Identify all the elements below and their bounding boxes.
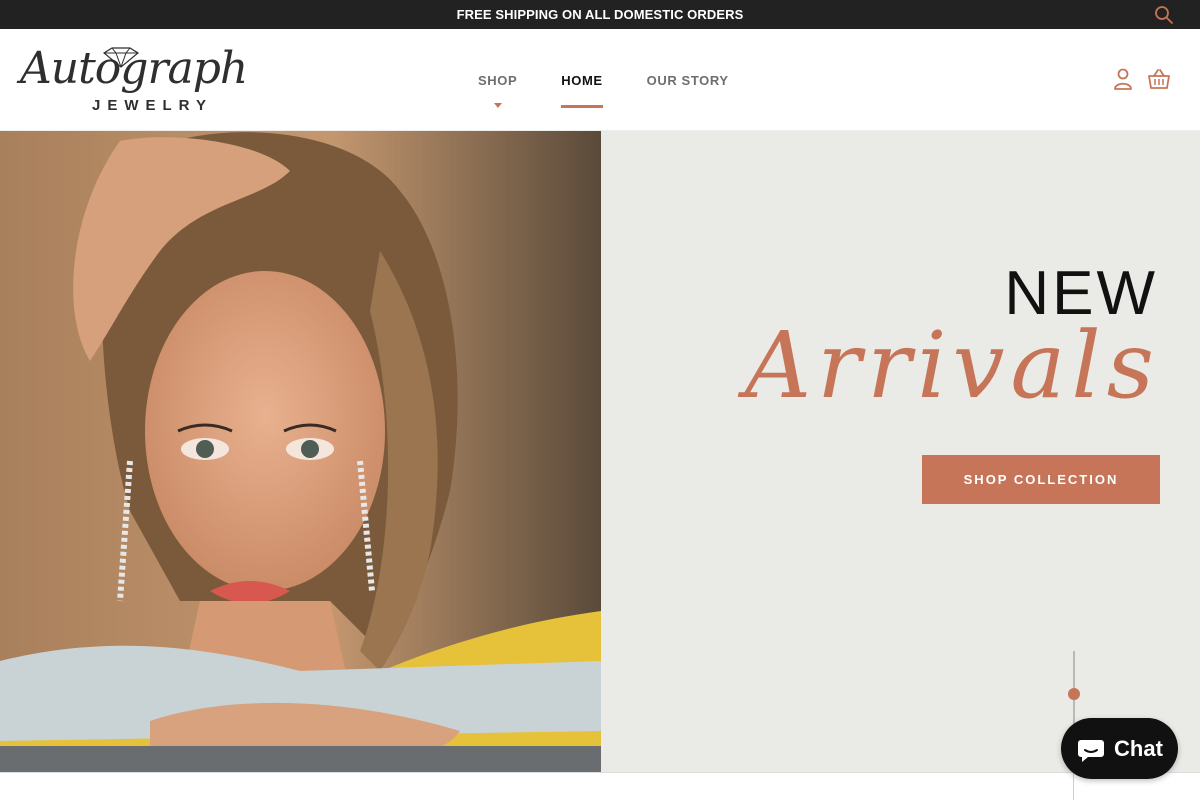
caret-down-icon (493, 103, 502, 108)
user-icon[interactable] (1112, 67, 1134, 91)
chat-bubble-icon (1078, 739, 1105, 762)
hero-text-panel: NEW Arrivals SHOP COLLECTION (601, 131, 1200, 772)
main-nav: SHOP HOME OUR STORY (478, 29, 729, 131)
chat-button[interactable]: Chat (1061, 718, 1178, 779)
brand-subtitle: JEWELRY (92, 97, 213, 114)
slider-dot-active[interactable] (1068, 688, 1080, 700)
announcement-text: FREE SHIPPING ON ALL DOMESTIC ORDERS (456, 7, 744, 22)
hero-banner: NEW Arrivals SHOP COLLECTION (0, 131, 1200, 772)
header-actions (1112, 67, 1170, 91)
bottom-strip (0, 772, 1200, 800)
nav-item-our-story[interactable]: OUR STORY (647, 29, 729, 131)
headline-arrivals: Arrivals (744, 312, 1160, 419)
site-header: Autograph JEWELRY SHOP HOME OUR STORY (0, 29, 1200, 131)
bottom-divider (1073, 773, 1074, 800)
nav-item-shop[interactable]: SHOP (478, 29, 517, 131)
nav-item-label: HOME (561, 72, 603, 88)
brand-logo[interactable]: Autograph JEWELRY (20, 41, 248, 121)
hero-model-photo (0, 131, 601, 772)
nav-item-home[interactable]: HOME (561, 29, 604, 131)
brand-script: Autograph (20, 43, 248, 94)
nav-item-label: OUR STORY (646, 72, 729, 88)
search-icon[interactable] (1154, 5, 1174, 25)
chat-label: Chat (1114, 735, 1163, 761)
announcement-bar: FREE SHIPPING ON ALL DOMESTIC ORDERS (0, 0, 1200, 29)
basket-icon[interactable] (1148, 67, 1170, 91)
nav-item-label: SHOP (478, 72, 518, 88)
shop-collection-button[interactable]: SHOP COLLECTION (922, 455, 1160, 504)
